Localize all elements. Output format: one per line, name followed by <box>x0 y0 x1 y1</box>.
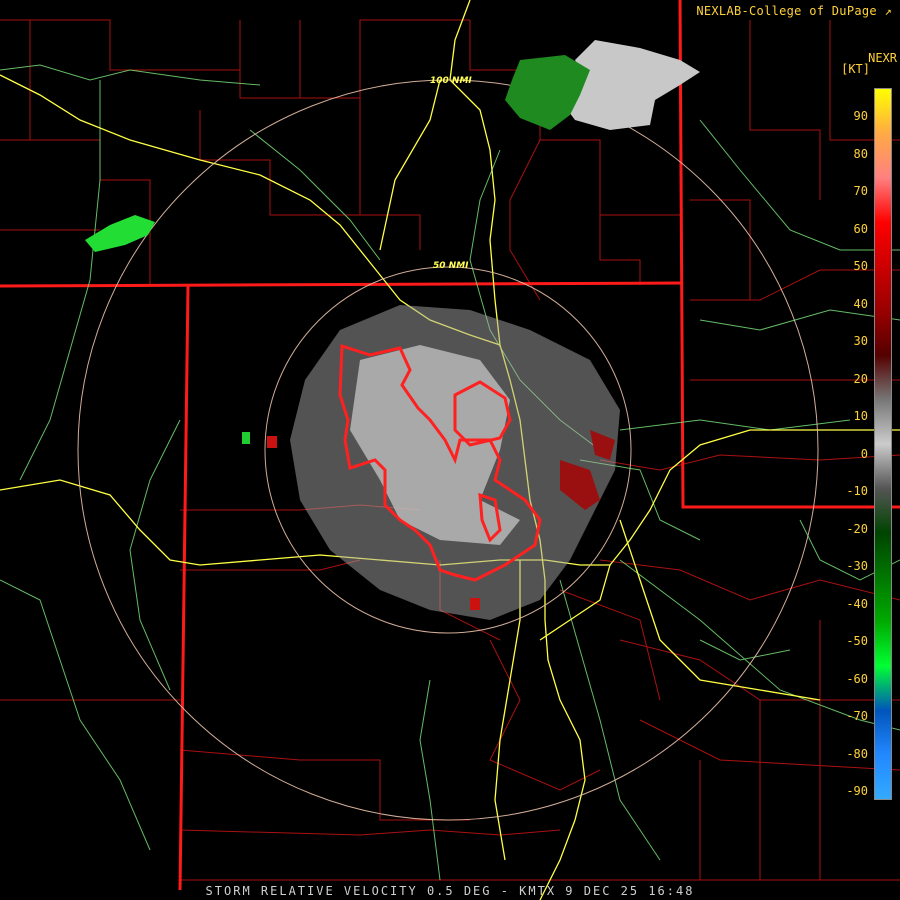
credit-text: NEXLAB-College of DuPage <box>696 4 877 18</box>
unit-label: [KT] <box>841 62 870 76</box>
colorbar-tick: 40 <box>853 296 868 311</box>
colorbar-tick: -20 <box>846 521 868 536</box>
colorbar-tick: -60 <box>846 671 868 686</box>
velocity-colorbar <box>874 88 892 800</box>
external-link-icon: ↗ <box>884 4 892 18</box>
colorbar-tick: -90 <box>846 784 868 798</box>
ring-label-50: 50 NMI <box>433 261 469 271</box>
colorbar-tick: 50 <box>853 259 868 273</box>
red-return-west <box>267 436 277 448</box>
green-return-west <box>242 432 250 444</box>
colorbar-tick: -30 <box>846 559 868 573</box>
radar-returns <box>85 40 700 620</box>
product-footer: STORM RELATIVE VELOCITY 0.5 DEG - KMTX 9… <box>205 884 695 898</box>
ring-label-100: 100 NMI <box>430 76 472 86</box>
colorbar-tick: 70 <box>853 184 868 198</box>
colorbar-tick: 30 <box>853 334 868 348</box>
red-return-south <box>470 598 480 610</box>
colorbar-tick: -10 <box>846 484 868 498</box>
colorbar-tick: 20 <box>853 371 868 386</box>
colorbar-tick: -80 <box>846 746 868 761</box>
credit-label[interactable]: NEXLAB-College of DuPage ↗ <box>696 4 892 18</box>
colorbar-tick: 0 <box>860 446 868 461</box>
colorbar-tick: -70 <box>846 709 868 723</box>
range-ring-labels: 100 NMI 50 NMI <box>430 76 472 271</box>
colorbar-tick: 10 <box>853 409 868 423</box>
colorbar-tick: 90 <box>853 109 868 123</box>
colorbar-tick: -50 <box>846 634 868 648</box>
colorbar-tick: 80 <box>853 146 868 161</box>
radar-map: 100 NMI 50 NMI <box>0 0 900 900</box>
product-code: NEXR <box>868 51 897 65</box>
colorbar-tick: -40 <box>846 596 868 611</box>
colorbar-tick: 60 <box>853 221 868 236</box>
